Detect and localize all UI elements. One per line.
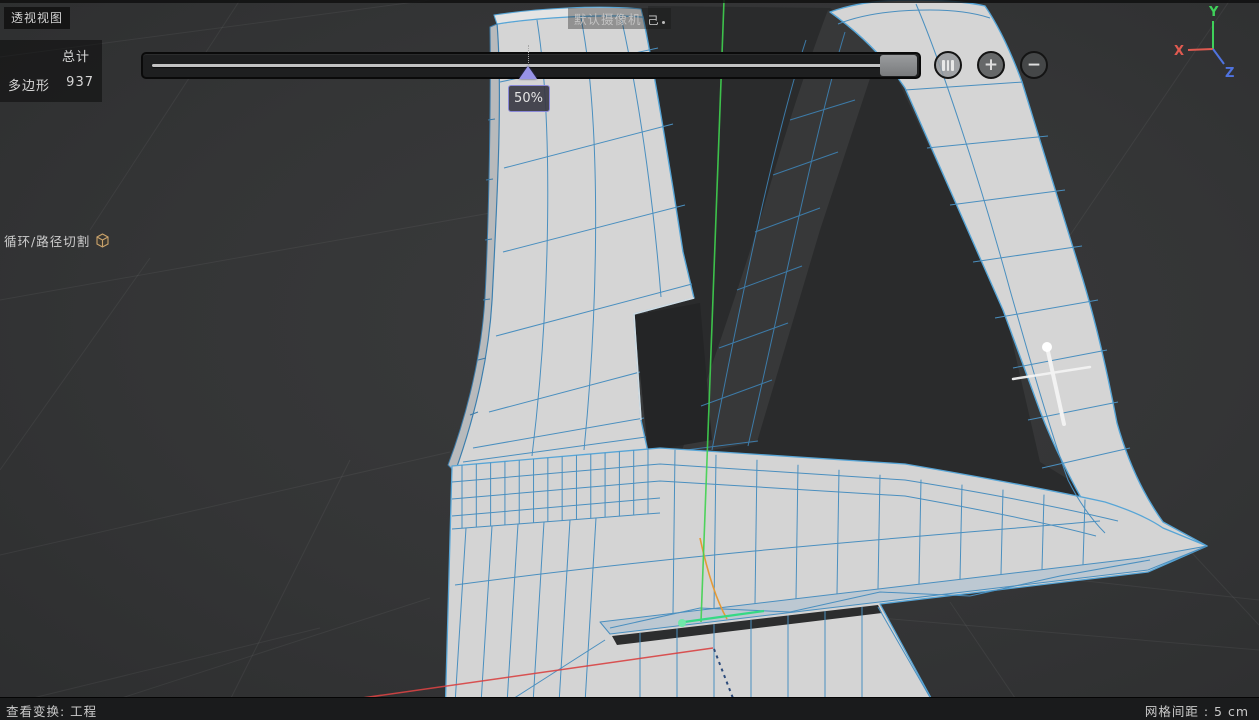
bar-glyph bbox=[942, 60, 945, 71]
zoom-out-button[interactable]: − bbox=[1020, 51, 1048, 79]
active-tool-hint: 循环/路径切割 bbox=[4, 231, 110, 250]
stats-hud: 总计 多边形 937 bbox=[0, 40, 102, 102]
viewport-top-border bbox=[0, 0, 1259, 3]
slider-endcap[interactable] bbox=[880, 55, 917, 76]
camera-name-label[interactable]: 默认摄像机己 bbox=[568, 8, 671, 29]
svg-text:Y: Y bbox=[1208, 5, 1219, 20]
camera-edit-icon[interactable]: 己 bbox=[648, 14, 660, 27]
svg-text:Z: Z bbox=[1225, 66, 1234, 81]
axis-gizmo[interactable]: Y X Z bbox=[1163, 2, 1253, 87]
slider-marker-guide bbox=[528, 45, 529, 65]
cut-value-tooltip: 50% bbox=[508, 85, 550, 112]
bar-glyph bbox=[951, 60, 954, 71]
slider-marker-handle[interactable] bbox=[519, 66, 537, 79]
view-transform-status: 查看变换: 工程 bbox=[6, 701, 97, 720]
stats-row-value: 937 bbox=[66, 75, 94, 94]
grid-spacing-status: 网格间距 : 5 cm bbox=[1145, 701, 1249, 720]
viewport-canvas[interactable] bbox=[0, 0, 1259, 720]
polygon-cube-icon bbox=[95, 233, 110, 248]
stats-row-label: 多边形 bbox=[8, 75, 50, 94]
camera-dot-icon bbox=[662, 21, 665, 24]
status-bar: 查看变换: 工程 网格间距 : 5 cm bbox=[0, 697, 1259, 720]
panel-toggle-button[interactable] bbox=[934, 51, 962, 79]
camera-name-text: 默认摄像机 bbox=[574, 12, 642, 27]
active-tool-label: 循环/路径切割 bbox=[4, 231, 90, 250]
stats-header: 总计 bbox=[8, 46, 94, 65]
viewport-name-label[interactable]: 透视视图 bbox=[4, 7, 70, 29]
svg-text:X: X bbox=[1174, 44, 1184, 59]
stats-row-polygons: 多边形 937 bbox=[8, 75, 94, 94]
zoom-in-button[interactable]: + bbox=[977, 51, 1005, 79]
bar-glyph bbox=[947, 60, 950, 71]
viewport: 透视视图 总计 多边形 937 默认摄像机己 循环/路径切割 50% + − Y… bbox=[0, 0, 1259, 720]
